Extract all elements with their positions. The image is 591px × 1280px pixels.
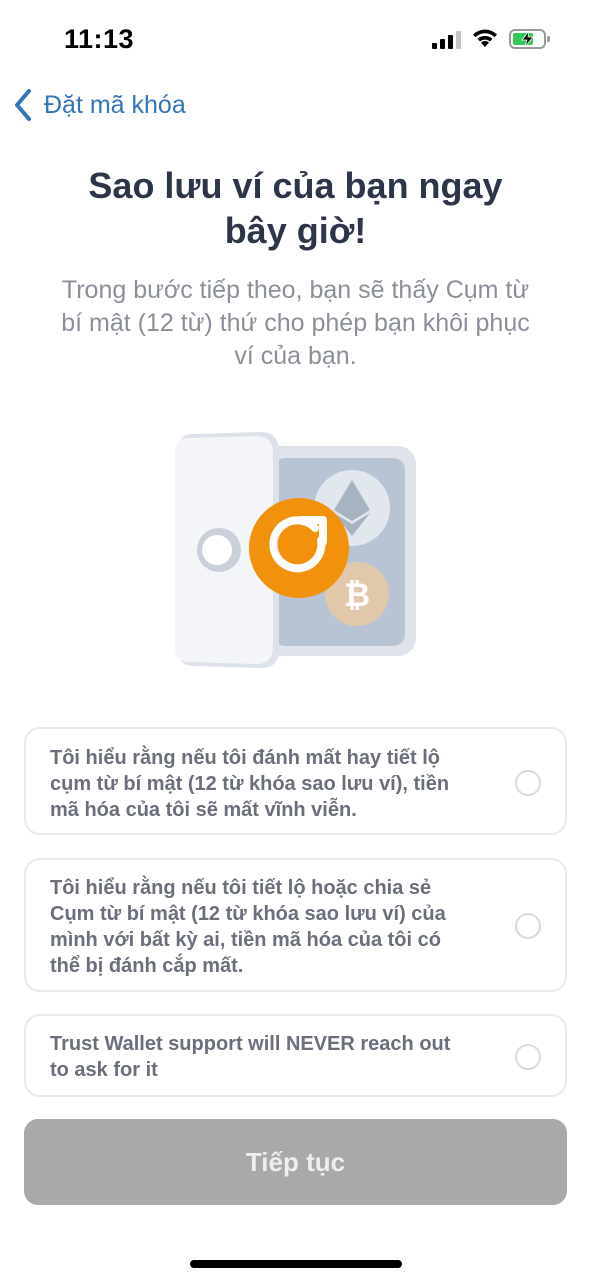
battery-charging-icon	[509, 29, 550, 49]
checklist-line: Tôi hiểu rằng nếu tôi tiết lộ hoặc chia …	[50, 877, 432, 899]
checklist-text: Tôi hiểu rằng nếu tôi đánh mất hay tiết …	[50, 745, 490, 823]
subtitle-line: ví của bạn.	[234, 342, 357, 370]
back-label: Đặt mã khóa	[44, 90, 186, 119]
svg-text:₿: ₿	[344, 577, 370, 613]
checklist-text: Trust Wallet support will NEVER reach ou…	[50, 1031, 490, 1083]
checklist-item[interactable]: Tôi hiểu rằng nếu tôi đánh mất hay tiết …	[24, 727, 567, 835]
subtitle-line: Trong bước tiếp theo, bạn sẽ thấy Cụm từ	[61, 276, 530, 304]
checklist-line: Cụm từ bí mật (12 từ khóa sao lưu ví) củ…	[50, 903, 446, 925]
checklist-line: cụm từ bí mật (12 từ khóa sao lưu ví), t…	[50, 773, 450, 795]
title-line: Sao lưu ví của bạn ngay	[88, 165, 503, 206]
checklist-text: Tôi hiểu rằng nếu tôi tiết lộ hoặc chia …	[50, 875, 490, 979]
checklist-line: Trust Wallet support will NEVER reach ou…	[50, 1033, 451, 1055]
page-subtitle: Trong bước tiếp theo, bạn sẽ thấy Cụm từ…	[28, 274, 563, 373]
page-title: Sao lưu ví của bạn ngay bây giờ!	[40, 163, 551, 253]
title-line: bây giờ!	[224, 210, 367, 251]
radio-button[interactable]	[515, 1044, 541, 1070]
radio-button[interactable]	[515, 913, 541, 939]
home-indicator[interactable]	[190, 1260, 402, 1268]
chevron-left-icon	[15, 89, 31, 121]
radio-button[interactable]	[515, 770, 541, 796]
checklist-line: mình với bất kỳ ai, tiền mã hóa của tôi …	[50, 929, 441, 951]
checklist-item[interactable]: Trust Wallet support will NEVER reach ou…	[24, 1014, 567, 1097]
checklist-item[interactable]: Tôi hiểu rằng nếu tôi tiết lộ hoặc chia …	[24, 858, 567, 992]
wifi-icon	[473, 29, 497, 47]
checklist-line: to ask for it	[50, 1059, 158, 1081]
cellular-signal-icon	[432, 31, 461, 49]
status-time: 11:13	[64, 24, 135, 54]
checklist-line: mã hóa của tôi sẽ mất vĩnh viễn.	[50, 799, 357, 821]
back-button[interactable]: Đặt mã khóa	[12, 86, 186, 124]
status-bar: 11:13	[0, 0, 591, 80]
vault-backup-illustration: ₿	[175, 432, 416, 668]
continue-button[interactable]: Tiếp tục	[24, 1119, 567, 1205]
subtitle-line: bí mật (12 từ) thứ cho phép bạn khôi phụ…	[61, 309, 530, 337]
checklist-line: Tôi hiểu rằng nếu tôi đánh mất hay tiết …	[50, 747, 441, 769]
checklist-line: thể bị đánh cắp mất.	[50, 955, 244, 977]
